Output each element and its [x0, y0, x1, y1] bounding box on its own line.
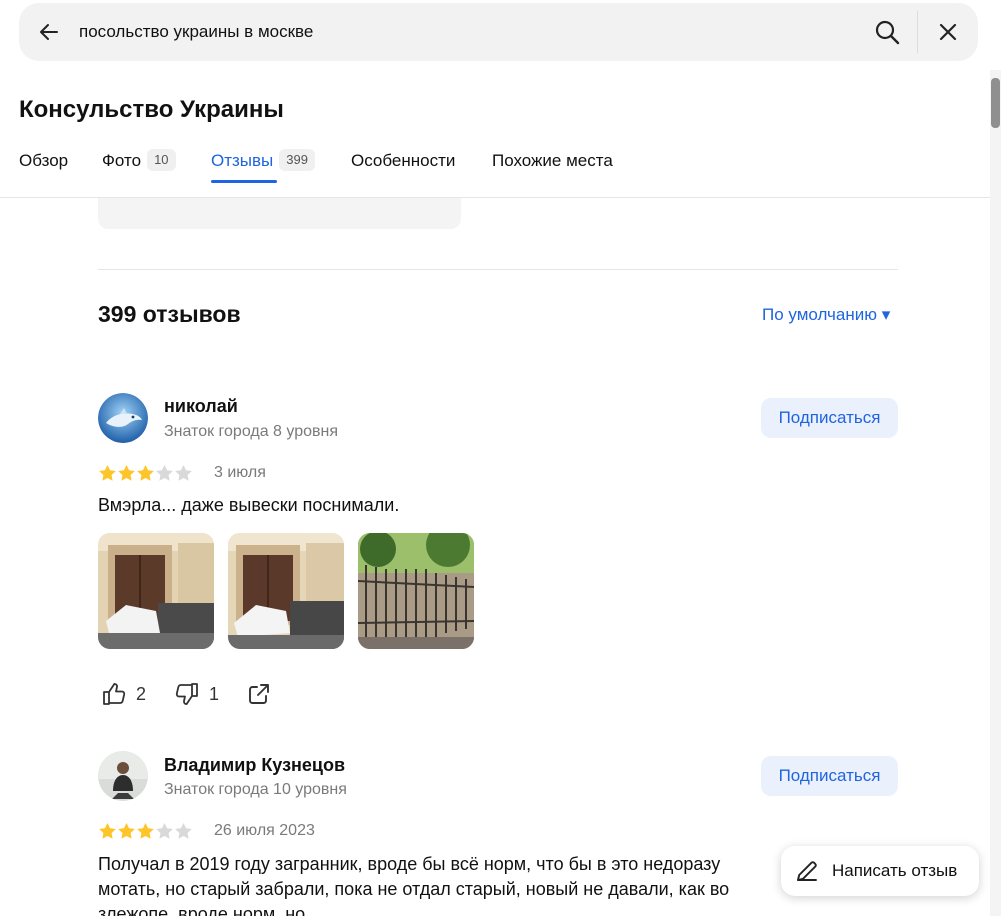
- thumbs-down-icon: [175, 683, 198, 705]
- pencil-icon: [795, 859, 819, 883]
- review-text-line: Получал в 2019 году загранник, вроде бы …: [98, 854, 721, 874]
- sort-dropdown[interactable]: По умолчанию ▾: [762, 305, 890, 325]
- star-empty-icon: [175, 464, 192, 481]
- review-photo[interactable]: [98, 533, 214, 649]
- place-title: Консульство Украины: [19, 96, 284, 123]
- tab-label: Обзор: [19, 151, 69, 170]
- author-level: Знаток города 8 уровня: [164, 423, 339, 440]
- share-icon: [249, 684, 269, 704]
- review-photo[interactable]: [228, 533, 344, 649]
- write-review-button[interactable]: Написать отзыв: [781, 846, 979, 896]
- review-text-line: злежопе, вроде норм, но: [98, 904, 306, 916]
- star-filled-icon: [99, 464, 116, 481]
- star-empty-icon: [156, 822, 173, 839]
- thumbs-up-icon: [103, 683, 126, 705]
- tab-overview[interactable]: Обзор: [19, 147, 68, 187]
- author-name[interactable]: николай: [164, 396, 238, 417]
- tab-similar-places[interactable]: Похожие места: [492, 147, 613, 187]
- previous-section-card: [98, 198, 461, 229]
- avatar[interactable]: [98, 751, 148, 801]
- tab-label: Особенности: [351, 151, 456, 170]
- search-divider: [917, 11, 918, 53]
- star-rating: [98, 822, 193, 840]
- review-text-line: мотать, но старый забрали, пока не отдал…: [98, 879, 730, 899]
- avatar[interactable]: [98, 393, 148, 443]
- active-tab-indicator: [211, 180, 277, 183]
- reviews-count-heading: 399 отзывов: [98, 301, 241, 327]
- tab-count-badge: 399: [279, 149, 315, 171]
- app-root: посольство украины в москве Консульство …: [0, 0, 1001, 916]
- subscribe-button[interactable]: Подписаться: [761, 756, 898, 796]
- star-empty-icon: [175, 822, 192, 839]
- review-text: Вмэрла... даже вывески поснимали.: [98, 495, 400, 515]
- subscribe-button[interactable]: Подписаться: [761, 398, 898, 438]
- star-filled-icon: [137, 464, 154, 481]
- like-count: 2: [136, 683, 147, 704]
- search-input[interactable]: посольство украины в москве: [79, 22, 313, 42]
- star-filled-icon: [118, 822, 135, 839]
- share-button[interactable]: [247, 681, 271, 707]
- tab-label: Фото: [102, 151, 142, 170]
- review-date: 3 июля: [214, 464, 266, 481]
- dislike-count: 1: [209, 683, 220, 704]
- author-name[interactable]: Владимир Кузнецов: [164, 755, 345, 776]
- search-bar: посольство украины в москве: [19, 3, 978, 61]
- search-icon[interactable]: [874, 19, 900, 45]
- star-rating: [98, 464, 193, 482]
- tab-features[interactable]: Особенности: [351, 147, 455, 187]
- tab-photos[interactable]: Фото 10: [102, 147, 176, 187]
- write-review-label: Написать отзыв: [832, 861, 958, 880]
- author-level: Знаток города 10 уровня: [164, 781, 347, 798]
- like-button[interactable]: 2: [101, 681, 146, 707]
- review-photo[interactable]: [358, 533, 474, 649]
- star-empty-icon: [156, 464, 173, 481]
- section-divider: [98, 269, 898, 270]
- dislike-button[interactable]: 1: [174, 681, 219, 707]
- star-filled-icon: [99, 822, 116, 839]
- star-filled-icon: [118, 464, 135, 481]
- close-icon[interactable]: [937, 21, 959, 43]
- tab-count-badge: 10: [147, 149, 176, 171]
- scrollbar-track[interactable]: [990, 70, 1001, 916]
- tab-label: Похожие места: [492, 151, 613, 170]
- review-date: 26 июля 2023: [214, 822, 315, 839]
- scrollbar-thumb[interactable]: [991, 78, 1000, 128]
- back-arrow-icon[interactable]: [37, 20, 61, 44]
- star-filled-icon: [137, 822, 154, 839]
- tab-label: Отзывы: [211, 151, 274, 170]
